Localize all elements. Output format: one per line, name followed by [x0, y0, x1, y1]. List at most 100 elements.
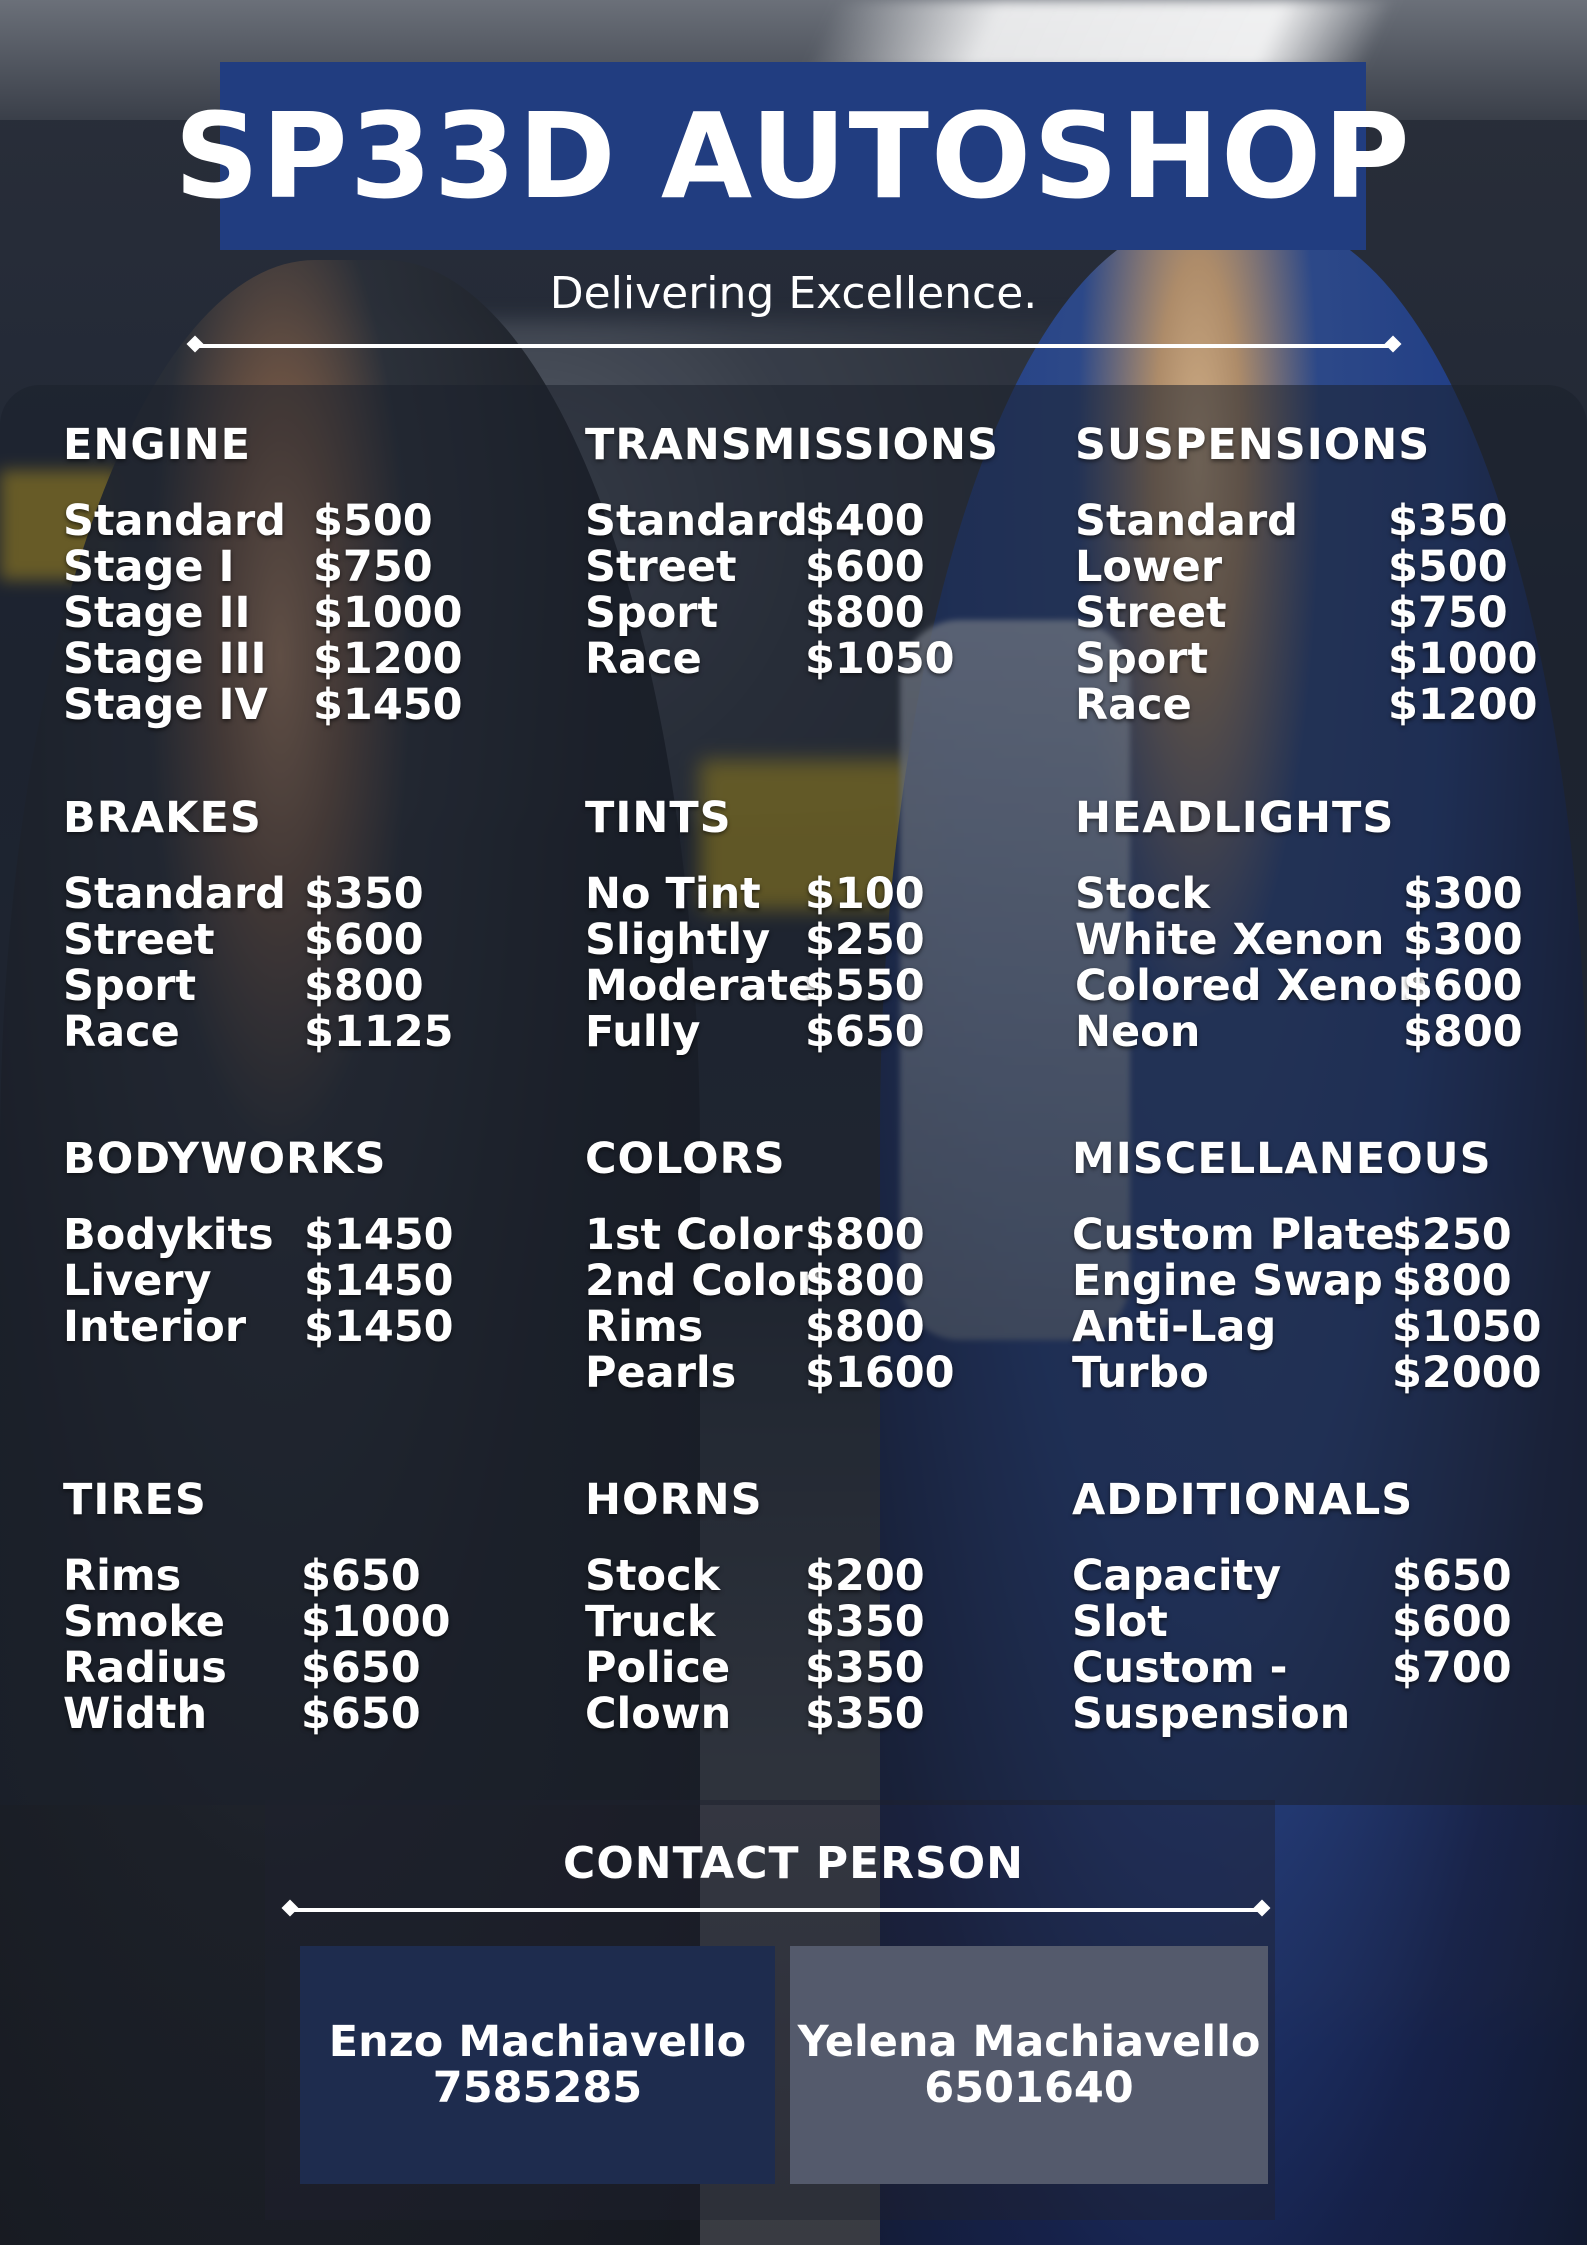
item-name: Width — [63, 1689, 208, 1739]
header-divider — [186, 335, 1402, 353]
menu-item: Stage II $1000 — [63, 590, 463, 636]
menu-item: Street $600 — [585, 544, 999, 590]
menu-item: Stock $200 — [585, 1553, 925, 1599]
menu-item: Race $1200 — [1075, 682, 1538, 728]
item-price: $650 — [301, 1689, 421, 1739]
item-price: $400 — [805, 496, 925, 546]
item-price: $1000 — [1388, 634, 1538, 684]
item-price: $1050 — [805, 634, 955, 684]
item-price: $650 — [301, 1551, 421, 1601]
item-name: Standard — [585, 496, 808, 546]
item-name: Race — [63, 1007, 180, 1057]
menu-item: Rims $800 — [585, 1304, 955, 1350]
section-title: HEADLIGHTS — [1075, 793, 1395, 843]
item-name: Engine Swap — [1072, 1256, 1383, 1306]
menu-item: Custom Plate $250 — [1072, 1212, 1542, 1258]
section-headlights: HEADLIGHTS Stock $300 White Xenon $300 Color… — [1075, 793, 1523, 1055]
menu-item: Sport $800 — [585, 590, 999, 636]
menu-item: Clown $350 — [585, 1691, 925, 1737]
item-name: Police — [585, 1643, 731, 1693]
menu-item: Standard $400 — [585, 498, 999, 544]
menu-item: Colored Xenon $600 — [1075, 963, 1523, 1009]
section-additionals: ADDITIONALS Capacity $650 Slot $600 Custom -… — [1072, 1475, 1512, 1737]
item-price: $350 — [805, 1597, 925, 1647]
item-name: Sport — [1075, 634, 1209, 684]
menu-item: Street $750 — [1075, 590, 1538, 636]
item-name: Stage II — [63, 588, 251, 638]
section-title: BRAKES — [63, 793, 262, 843]
menu-item: Rims $650 — [63, 1553, 451, 1599]
section-tires: TIRES Rims $650 Smoke $1000 Radius $650 Width $… — [63, 1475, 451, 1737]
item-price: $750 — [1388, 588, 1508, 638]
item-price: $1450 — [304, 1210, 454, 1260]
title-banner: SP33D AUTOSHOP — [174, 62, 1410, 250]
item-price: $1450 — [313, 680, 463, 730]
section-colors: COLORS 1st Color $800 2nd Color $800 Rims $80… — [585, 1134, 955, 1396]
item-name: Slot — [1072, 1597, 1168, 1647]
item-price: $250 — [1392, 1210, 1512, 1260]
menu-item: Turbo $2000 — [1072, 1350, 1542, 1396]
contact-phone[interactable]: 7585285 — [433, 2065, 642, 2111]
item-price: $1450 — [304, 1256, 454, 1306]
item-name: No Tint — [585, 869, 761, 919]
item-price: $800 — [805, 1210, 925, 1260]
item-name: Standard — [1075, 496, 1298, 546]
item-price: $300 — [1403, 869, 1523, 919]
item-price: $800 — [1392, 1256, 1512, 1306]
menu-item: No Tint $100 — [585, 871, 925, 917]
contact-phone[interactable]: 6501640 — [924, 2065, 1133, 2111]
item-price: $350 — [805, 1689, 925, 1739]
item-price: $800 — [805, 588, 925, 638]
section-title: ENGINE — [63, 420, 252, 470]
item-price: $1050 — [1392, 1302, 1542, 1352]
menu-item: Stage III $1200 — [63, 636, 463, 682]
section-miscellaneous: MISCELLANEOUS Custom Plate $250 Engine Swa… — [1072, 1134, 1542, 1396]
item-name: Custom Plate — [1072, 1210, 1395, 1260]
item-name: Turbo — [1072, 1348, 1209, 1398]
item-name: Livery — [63, 1256, 212, 1306]
item-price: $600 — [304, 915, 424, 965]
section-title: HORNS — [585, 1475, 763, 1525]
section-title: TIRES — [63, 1475, 207, 1525]
item-price: $750 — [313, 542, 433, 592]
tagline: Delivering Excellence. — [549, 268, 1038, 319]
item-price: $800 — [1403, 1007, 1523, 1057]
menu-item: 2nd Color $800 — [585, 1258, 955, 1304]
section-title: TINTS — [585, 793, 732, 843]
item-name: Anti-Lag — [1072, 1302, 1277, 1352]
menu-item: Sport $800 — [63, 963, 454, 1009]
section-suspensions: SUSPENSIONS Standard $350 Lower $500 Street $… — [1075, 420, 1538, 728]
contact-divider — [281, 1899, 1271, 1917]
menu-item: Engine Swap $800 — [1072, 1258, 1542, 1304]
menu-item: Stock $300 — [1075, 871, 1523, 917]
item-name: Stage III — [63, 634, 267, 684]
contact-title: CONTACT PERSON — [563, 1838, 1024, 1889]
section-title: MISCELLANEOUS — [1072, 1134, 1492, 1184]
item-name: Standard — [63, 869, 286, 919]
menu-item: Smoke $1000 — [63, 1599, 451, 1645]
item-name: Race — [1075, 680, 1192, 730]
item-price: $650 — [301, 1643, 421, 1693]
item-name: Neon — [1075, 1007, 1201, 1057]
item-name: Bodykits — [63, 1210, 274, 1260]
item-name: Street — [1075, 588, 1227, 638]
item-price: $200 — [805, 1551, 925, 1601]
item-price: $550 — [805, 961, 925, 1011]
item-name: Sport — [63, 961, 197, 1011]
item-name: Stock — [585, 1551, 721, 1601]
item-price: $500 — [313, 496, 433, 546]
menu-item: Moderate $550 — [585, 963, 925, 1009]
item-price: $700 — [1392, 1643, 1512, 1693]
section-transmissions: TRANSMISSIONS Standard $400 Street $600 Spor… — [585, 420, 999, 682]
item-name: Interior — [63, 1302, 247, 1352]
item-name: Sport — [585, 588, 719, 638]
contact-name: Enzo Machiavello — [328, 2017, 747, 2067]
item-name: Street — [585, 542, 737, 592]
menu-item: Custom - $700 — [1072, 1645, 1512, 1691]
menu-item: Fully $650 — [585, 1009, 925, 1055]
section-horns: HORNS Stock $200 Truck $350 Police $350 Clown $… — [585, 1475, 925, 1737]
item-name: Lower — [1075, 542, 1223, 592]
item-name: Capacity — [1072, 1551, 1282, 1601]
item-price: $350 — [805, 1643, 925, 1693]
item-name: 2nd Color — [585, 1256, 818, 1306]
